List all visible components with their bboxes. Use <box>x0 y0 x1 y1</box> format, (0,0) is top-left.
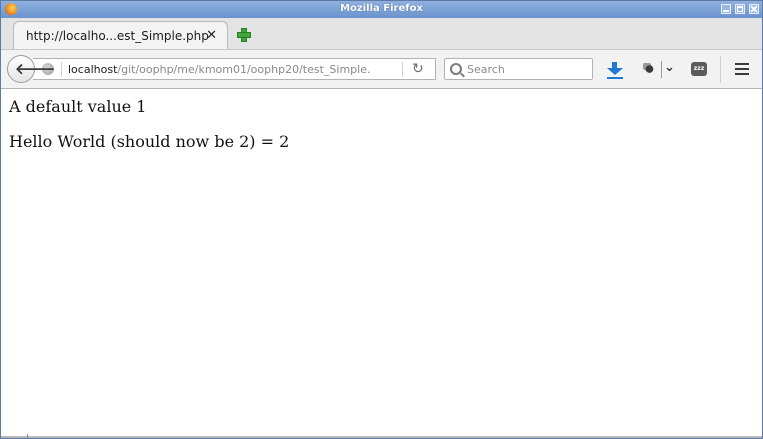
reload-icon[interactable]: ↻ <box>412 61 424 77</box>
minimize-icon[interactable] <box>721 4 731 14</box>
toolbar-divider <box>720 56 721 83</box>
url-host: localhost <box>68 63 118 76</box>
tab-close-icon[interactable]: ✕ <box>206 28 217 43</box>
url-divider <box>61 62 62 77</box>
url-divider <box>402 62 403 77</box>
addon-divider <box>661 61 662 78</box>
search-input[interactable] <box>467 60 587 78</box>
search-icon[interactable] <box>450 63 462 75</box>
maximize-icon[interactable] <box>735 4 745 14</box>
close-window-icon[interactable] <box>749 4 759 14</box>
window-bottom-border <box>1 436 762 438</box>
tab-title: http://localho...est_Simple.php <box>26 29 209 43</box>
output-line: Hello World (should now be 2) = 2 <box>9 132 290 151</box>
page-content: A default value 1 Hello World (should no… <box>1 89 762 436</box>
new-tab-icon[interactable] <box>237 28 251 42</box>
resize-grip[interactable] <box>27 434 28 438</box>
download-icon[interactable] <box>607 62 623 78</box>
hamburger-menu-icon[interactable] <box>735 63 749 75</box>
menu-bar <box>735 63 749 65</box>
output-line: A default value 1 <box>9 97 147 116</box>
menu-bar <box>735 68 749 70</box>
browser-window: Mozilla Firefox http://localho...est_Sim… <box>0 0 763 439</box>
search-bar[interactable] <box>444 58 593 80</box>
title-bar[interactable]: Mozilla Firefox <box>1 1 762 18</box>
tab-strip: http://localho...est_Simple.php ✕ <box>1 18 762 49</box>
back-button[interactable]: 🡐 <box>7 55 55 83</box>
url-text[interactable]: localhost/git/oophp/me/kmom01/oophp20/te… <box>68 63 398 76</box>
url-path: /git/oophp/me/kmom01/oophp20/test_Simple… <box>117 63 371 76</box>
back-arrow-icon: 🡐 <box>15 60 56 78</box>
chevron-down-icon[interactable]: ⌄ <box>664 60 675 75</box>
window-title: Mozilla Firefox <box>340 3 423 14</box>
navigation-toolbar: localhost/git/oophp/me/kmom01/oophp20/te… <box>1 49 762 89</box>
tab-test-simple[interactable]: http://localho...est_Simple.php ✕ <box>13 21 228 49</box>
url-bar[interactable]: localhost/git/oophp/me/kmom01/oophp20/te… <box>33 58 436 80</box>
menu-bar <box>735 73 749 75</box>
bug-addon-icon[interactable] <box>643 63 656 74</box>
sleep-tab-icon[interactable]: zzz <box>691 62 707 76</box>
download-tray-icon <box>607 77 623 79</box>
